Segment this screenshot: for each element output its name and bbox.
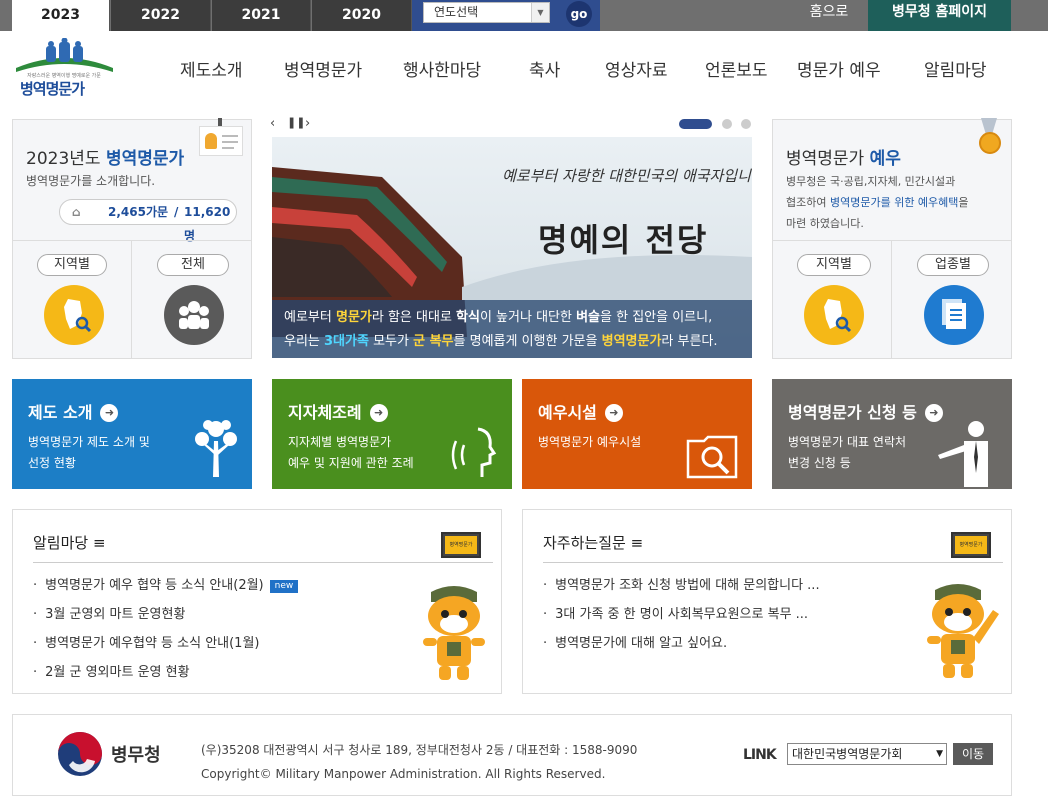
families-card: 2023년도 병역명문가 병역명문가를 소개합니다. ⌂ 2,465가문 / 1… <box>12 118 252 359</box>
hall-of-fame-slide[interactable]: 예로부터 자랑한 대한민국의 애국자입니다 명예의 전당 예로부터 명문가라 함… <box>272 137 752 358</box>
year-tab-2021[interactable]: 2021 <box>212 0 311 31</box>
tree-icon <box>195 420 237 477</box>
footer-link-label: LINK <box>743 747 777 763</box>
tiger-mascot-icon <box>423 586 485 680</box>
notice-title[interactable]: 알림마당 ≡ <box>33 532 106 553</box>
families-title: 2023년도 병역명문가 <box>26 149 185 169</box>
nav-notice[interactable]: 알림마당 <box>924 56 987 82</box>
group-people-icon[interactable] <box>164 285 224 345</box>
faq-title[interactable]: 자주하는질문 ≡ <box>543 532 643 553</box>
privileges-card: 병역명문가 예우 병무청은 국·공립,지자체, 민간시설과 협조하여 병역명문가… <box>772 118 1012 359</box>
nav-press[interactable]: 언론보도 <box>705 56 768 82</box>
slide-next-icon[interactable]: › <box>305 116 310 131</box>
tile-application[interactable]: 병역명문가 신청 등 ➜ 병역명문가 대표 연락처 변경 신청 등 <box>772 379 1012 489</box>
footer-link-select[interactable]: 대한민국병역명문가회 ▼ <box>787 743 947 765</box>
notice-list: 병역명문가 예우 협약 등 소식 안내(2월)new 3월 군영외 마트 운영현… <box>33 574 299 690</box>
slide-indicator-active[interactable] <box>679 119 712 129</box>
slide-prev-icon[interactable]: ‹ <box>270 116 275 131</box>
chevron-down-icon: ▼ <box>531 3 549 22</box>
year-select-wrap: 연도선택 ▼ <box>412 0 558 31</box>
privileges-title: 병역명문가 예우 <box>786 149 901 169</box>
slide-caption: 예로부터 명문가라 함은 대대로 학식이 높거나 대단한 벼슬을 한 집안을 이… <box>272 300 752 358</box>
speaking-person-icon <box>451 427 497 477</box>
nav-intro[interactable]: 제도소개 <box>180 56 243 82</box>
folder-search-icon <box>686 435 738 479</box>
house-icon: ⌂ <box>72 205 81 219</box>
footer: 병무청 (우)35208 대전광역시 서구 청사로 189, 정부대전청사 2동… <box>12 714 1012 796</box>
slide-indicator[interactable] <box>722 119 732 129</box>
families-count: 2,465가문 <box>108 205 169 219</box>
slide-pause-icon[interactable]: ❚❚ <box>287 116 305 129</box>
clip-icon <box>218 118 222 126</box>
logo-emblem-icon: 자랑스러운 병역이행 명예로운 가문 <box>16 37 113 79</box>
nav-events[interactable]: 행사한마당 <box>403 56 481 82</box>
monitor-icon: 병역명문가 <box>951 532 991 558</box>
privileges-region-button[interactable]: 지역별 <box>797 254 871 276</box>
list-item[interactable]: 3대 가족 중 한 명이 사회복무요원으로 복무 ... <box>543 603 820 632</box>
document-list-icon[interactable] <box>924 285 984 345</box>
list-item[interactable]: 병역명문가 조화 신청 방법에 대해 문의합니다 ... <box>543 574 819 603</box>
year-go-button[interactable]: go <box>566 1 592 27</box>
arrow-right-icon: ➜ <box>100 404 119 422</box>
slide-indicator[interactable] <box>741 119 751 129</box>
government-emblem-icon <box>58 732 102 776</box>
privileges-desc: 병무청은 국·공립,지자체, 민간시설과 협조하여 병역명문가를 위한 예우혜택… <box>786 175 969 230</box>
tiger-mascot-waving-icon <box>927 584 999 678</box>
tile-system-intro[interactable]: 제도 소개 ➜ 병역명문가 제도 소개 및 선정 현황 <box>12 379 252 489</box>
arrow-right-icon: ➜ <box>604 404 623 422</box>
nav-families[interactable]: 병역명문가 <box>284 56 362 82</box>
site-logo[interactable]: 자랑스러운 병역이행 명예로운 가문 병역명문가 <box>12 37 117 100</box>
logo-text: 병역명문가 <box>20 80 85 98</box>
tile-facilities[interactable]: 예우시설 ➜ 병역명문가 예우시설 <box>522 379 752 489</box>
slide-script-text: 예로부터 자랑한 대한민국의 애국자입니다 <box>502 167 752 185</box>
presenter-icon <box>938 421 988 487</box>
medal-icon <box>979 132 1001 154</box>
year-go-wrap: go <box>558 0 600 31</box>
footer-address: (우)35208 대전광역시 서구 청사로 189, 정부대전청사 2동 / 대… <box>201 743 638 781</box>
year-select[interactable]: 연도선택 ▼ <box>423 2 550 23</box>
nav-congratulations[interactable]: 축사 <box>529 56 560 82</box>
year-tab-2023[interactable]: 2023 <box>12 0 110 31</box>
list-item[interactable]: 병역명문가 예우협약 등 소식 안내(1월) <box>33 632 298 661</box>
nav-videos[interactable]: 영상자료 <box>605 56 668 82</box>
home-link[interactable]: 홈으로 <box>792 0 866 31</box>
nav-privileges[interactable]: 명문가 예우 <box>797 56 881 82</box>
korea-map-icon[interactable] <box>44 285 104 345</box>
notice-box: 알림마당 ≡ 병역명문가 병역명문가 예우 협약 등 소식 안내(2월)new … <box>12 509 502 694</box>
privileges-industry-button[interactable]: 업종별 <box>917 254 989 276</box>
list-item[interactable]: 2월 군 영외마트 운영 현황 <box>33 661 298 690</box>
faq-box: 자주하는질문 ≡ 병역명문가 병역명문가 조화 신청 방법에 대해 문의합니다 … <box>522 509 1012 694</box>
families-count-badge: ⌂ 2,465가문 / 11,620명 <box>59 199 237 243</box>
footer-link-go-button[interactable]: 이동 <box>953 743 993 765</box>
arrow-right-icon: ➜ <box>369 404 388 422</box>
korea-map-icon[interactable] <box>804 285 864 345</box>
new-badge: new <box>269 580 299 593</box>
footer-org-name: 병무청 <box>111 745 161 766</box>
families-all-button[interactable]: 전체 <box>157 254 229 276</box>
id-card-icon <box>199 126 243 156</box>
year-tab-2022[interactable]: 2022 <box>111 0 211 31</box>
tile-local-ordinances[interactable]: 지자체조례 ➜ 지자체별 병역명문가 예우 및 지원에 관한 조례 <box>272 379 512 489</box>
top-bar: 2023 2022 2021 2020 연도선택 ▼ go 홈으로 병무청 홈페이… <box>0 0 1048 31</box>
monitor-icon: 병역명문가 <box>441 532 481 558</box>
families-region-button[interactable]: 지역별 <box>37 254 107 276</box>
list-item[interactable]: 3월 군영외 마트 운영현황 <box>33 603 298 632</box>
faq-list: 병역명문가 조화 신청 방법에 대해 문의합니다 ... 3대 가족 중 한 명… <box>543 574 820 661</box>
list-item[interactable]: 병역명문가에 대해 알고 싶어요. <box>543 632 820 661</box>
year-tab-2020[interactable]: 2020 <box>312 0 412 31</box>
families-desc: 병역명문가를 소개합니다. <box>26 174 156 188</box>
list-item[interactable]: 병역명문가 예우 협약 등 소식 안내(2월)new <box>33 574 299 603</box>
mma-homepage-link[interactable]: 병무청 홈페이지 <box>868 0 1011 31</box>
slide-headline: 명예의 전당 <box>538 221 709 259</box>
chevron-down-icon: ▼ <box>936 749 943 759</box>
